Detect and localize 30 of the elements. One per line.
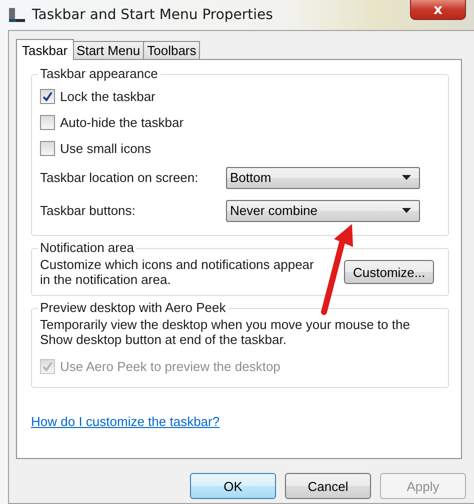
- group-title: Notification area: [38, 240, 136, 255]
- checkbox-label: Use small icons: [60, 140, 152, 156]
- checkbox-label: Auto-hide the taskbar: [60, 114, 184, 130]
- checkbox[interactable]: [40, 114, 55, 130]
- dropdown[interactable]: Never combine: [226, 200, 420, 222]
- checkbox[interactable]: [40, 140, 55, 156]
- checkbox-label: Lock the taskbar: [60, 88, 156, 104]
- dialog-button[interactable]: OK: [190, 473, 276, 499]
- dropdown[interactable]: Bottom: [226, 166, 420, 188]
- dialog-button[interactable]: Cancel: [285, 473, 371, 499]
- group-title: Preview desktop with Aero Peek: [38, 300, 228, 315]
- checkbox-label: Use Aero Peek to preview the desktop: [60, 358, 280, 374]
- help-link[interactable]: How do I customize the taskbar?: [31, 414, 220, 429]
- window-icon: [8, 6, 26, 24]
- field-label: Taskbar location on screen:: [40, 170, 200, 185]
- close-button[interactable]: x: [410, 0, 466, 20]
- tab[interactable]: Start Menu: [72, 41, 144, 59]
- caret-icon: [402, 175, 411, 180]
- customize-button[interactable]: Customize...: [344, 260, 434, 284]
- description-text: Customize which icons and notifications appear in the notification area.: [40, 257, 315, 287]
- tab[interactable]: Taskbar: [16, 39, 74, 60]
- tab[interactable]: Toolbars: [143, 41, 200, 59]
- description-text: Temporarily view the desktop when you move your mouse to the Show desktop button at end of the taskbar.: [40, 317, 411, 347]
- window-title: Taskbar and Start Menu Properties: [32, 7, 274, 23]
- checkbox[interactable]: [40, 88, 55, 104]
- group-title: Taskbar appearance: [38, 66, 160, 81]
- checkmark-icon: [42, 90, 53, 102]
- checkmark-icon: [42, 360, 53, 372]
- field-label: Taskbar buttons:: [40, 203, 136, 218]
- caret-icon: [402, 208, 411, 213]
